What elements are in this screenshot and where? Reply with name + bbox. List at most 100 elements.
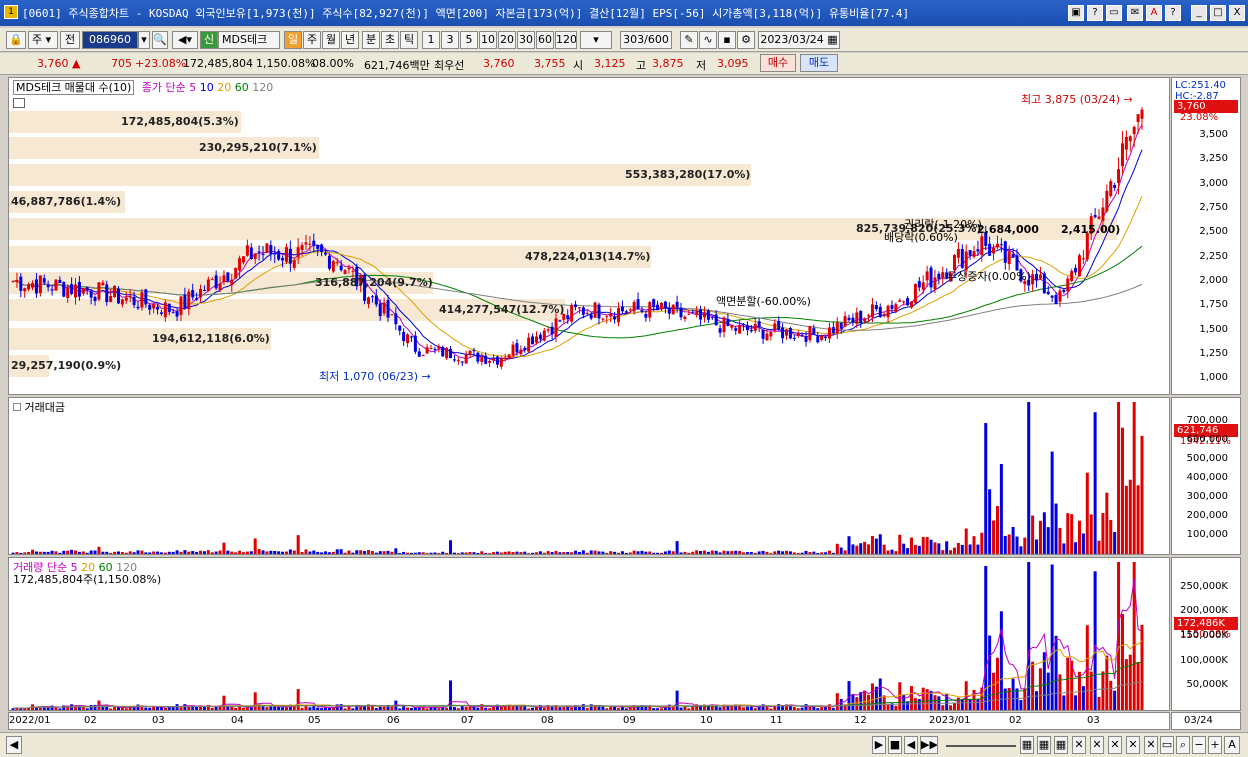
- lock-icon[interactable]: 🔒: [6, 31, 26, 49]
- interval-10[interactable]: 10: [479, 31, 497, 49]
- tool-icon[interactable]: ▦: [1020, 736, 1034, 754]
- cross-icon[interactable]: ✕: [1108, 736, 1122, 754]
- stock-code-input[interactable]: 086960: [82, 31, 138, 49]
- tab-month[interactable]: 월: [322, 31, 340, 49]
- link-icon[interactable]: ▣: [1068, 5, 1084, 21]
- prev-button[interactable]: 전: [60, 31, 80, 49]
- tool-icon[interactable]: ▦: [1054, 736, 1068, 754]
- tab-tick[interactable]: 틱: [400, 31, 418, 49]
- grid-icon[interactable]: [13, 98, 25, 108]
- amount-bar: [433, 552, 437, 554]
- price-chart-panel[interactable]: 172,485,804(5.3%) 230,295,210(7.1%) 553,…: [8, 77, 1170, 395]
- interval-30[interactable]: 30: [517, 31, 535, 49]
- help-icon[interactable]: ?: [1087, 5, 1103, 21]
- candle: [19, 276, 23, 291]
- cross-icon[interactable]: ✕: [1090, 736, 1104, 754]
- amount-bar: [74, 550, 78, 554]
- search-icon[interactable]: 🔍: [152, 31, 168, 49]
- auto-icon[interactable]: A: [1224, 736, 1240, 754]
- amount-bar: [46, 551, 50, 554]
- tab-week[interactable]: 주: [303, 31, 321, 49]
- save-icon[interactable]: ▪: [718, 31, 736, 49]
- layout-icon[interactable]: ▭: [1160, 736, 1174, 754]
- play-icon[interactable]: ▶: [872, 736, 886, 754]
- amount-bar: [667, 550, 671, 554]
- candle: [300, 245, 304, 250]
- minus-icon[interactable]: −: [1192, 736, 1206, 754]
- minimize-button[interactable]: _: [1191, 5, 1207, 21]
- mail-icon[interactable]: ✉: [1127, 5, 1143, 21]
- amount-bar: [781, 551, 785, 554]
- stop-icon[interactable]: ■: [888, 736, 902, 754]
- amount-bar: [921, 536, 925, 554]
- tab-day[interactable]: 일: [284, 31, 302, 49]
- layout-icon[interactable]: ▭: [1106, 5, 1122, 21]
- chevron-down-icon[interactable]: ▾: [138, 31, 150, 49]
- interval-3[interactable]: 3: [441, 31, 459, 49]
- tab-second[interactable]: 초: [381, 31, 399, 49]
- volume-bar: [300, 707, 304, 710]
- cross-icon[interactable]: ✕: [1126, 736, 1140, 754]
- volume-profile-label: 316,887,204(9.7%): [315, 276, 433, 289]
- prev-icon[interactable]: ◀: [904, 736, 918, 754]
- candle: [917, 281, 921, 288]
- candle: [11, 281, 15, 283]
- cross-icon[interactable]: ✕: [1144, 736, 1158, 754]
- candle: [93, 296, 97, 301]
- candle: [433, 348, 437, 350]
- interval-20[interactable]: 20: [498, 31, 516, 49]
- amount-bar: [597, 551, 601, 554]
- candle: [503, 357, 507, 359]
- amount-bar: [460, 552, 464, 554]
- scroll-bar[interactable]: ◀ ▶ ■ ◀ ▶▶ ▦ ▦ ▦ ✕ ✕ ✕ ✕ ✕ ▭ ⌕ − + A: [0, 732, 1248, 757]
- font-icon[interactable]: A: [1146, 5, 1162, 21]
- scroll-left-icon[interactable]: ◀: [6, 736, 22, 754]
- gear-icon[interactable]: ⚙: [737, 31, 755, 49]
- amount-bar: [702, 550, 706, 554]
- volume-bar: [906, 701, 910, 710]
- type-select[interactable]: 주 ▾: [28, 31, 58, 49]
- tool-icon[interactable]: ▦: [1037, 736, 1051, 754]
- amount-bar: [1109, 520, 1113, 554]
- tab-minute[interactable]: 분: [362, 31, 380, 49]
- date-field[interactable]: 2023/03/24 ▦: [758, 31, 840, 49]
- question-icon[interactable]: ?: [1165, 5, 1181, 21]
- amount-bar: [714, 550, 718, 554]
- zoom-icon[interactable]: ⌕: [1176, 736, 1190, 754]
- zoom-slider[interactable]: [946, 745, 1016, 747]
- sell-button[interactable]: 매도: [800, 54, 838, 72]
- interval-1[interactable]: 1: [422, 31, 440, 49]
- interval-input[interactable]: ▾: [580, 31, 612, 49]
- plus-icon[interactable]: +: [1208, 736, 1222, 754]
- candle: [519, 349, 523, 355]
- candle: [85, 287, 89, 291]
- candle: [855, 312, 859, 324]
- chart-icon[interactable]: ∿: [699, 31, 717, 49]
- candle: [933, 277, 937, 290]
- candle: [331, 261, 335, 272]
- volume-panel[interactable]: 거래량 단순 5 20 60 120 172,485,804주(1,150.08…: [8, 557, 1170, 711]
- volume-bar: [570, 707, 574, 710]
- volume-bar: [777, 704, 781, 710]
- tool-icon[interactable]: ✎: [680, 31, 698, 49]
- count-field[interactable]: 303/600: [620, 31, 672, 49]
- low-label: 저: [696, 59, 707, 72]
- volume-bar: [745, 706, 749, 710]
- maximize-button[interactable]: □: [1210, 5, 1226, 21]
- close-button[interactable]: X: [1229, 5, 1245, 21]
- speaker-icon[interactable]: ◀▾: [172, 31, 198, 49]
- volume-bars: [11, 562, 1144, 710]
- amount-panel[interactable]: 거래대금: [8, 397, 1170, 555]
- volume-bar: [617, 708, 621, 710]
- tab-year[interactable]: 년: [341, 31, 359, 49]
- volume-bar: [159, 707, 163, 710]
- interval-120[interactable]: 120: [555, 31, 577, 49]
- fast-forward-icon[interactable]: ▶▶: [920, 736, 938, 754]
- buy-button[interactable]: 매수: [760, 54, 796, 72]
- interval-60[interactable]: 60: [536, 31, 554, 49]
- candle: [23, 288, 27, 292]
- amount-bar: [542, 552, 546, 554]
- cross-icon[interactable]: ✕: [1072, 736, 1086, 754]
- interval-5[interactable]: 5: [460, 31, 478, 49]
- amount-bar: [206, 550, 210, 554]
